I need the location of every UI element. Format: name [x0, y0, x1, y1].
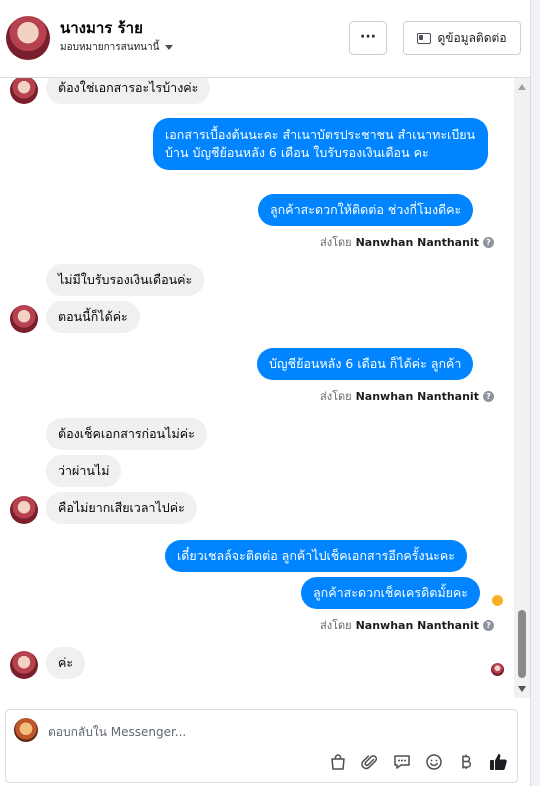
reaction-emoji-icon[interactable] — [491, 594, 504, 607]
sent-by-name: Nanwhan Nanthanit — [355, 618, 479, 632]
incoming-message: ค่ะ — [46, 647, 86, 679]
view-contact-label: ดูข้อมูลติดต่อ — [437, 30, 507, 45]
view-contact-button[interactable]: ดูข้อมูลติดต่อ — [403, 21, 521, 55]
sent-by-prefix: ส่งโดย — [320, 390, 352, 403]
assign-conversation-dropdown[interactable]: มอบหมายการสนทนานี้ — [60, 40, 174, 55]
help-icon[interactable]: ? — [482, 236, 494, 248]
saved-reply-icon[interactable] — [392, 752, 412, 772]
outgoing-message: บัญชีย้อนหลัง 6 เดือน ก็ได้ค่ะ ลูกค้า — [257, 348, 474, 380]
sent-by-label: ส่งโดย Nanwhan Nanthanit ? — [320, 233, 494, 251]
scroll-down-arrow-icon[interactable] — [518, 686, 526, 692]
outgoing-message: ลูกค้าสะดวกให้ติดต่อ ช่วงกี่โมงดีคะ — [258, 194, 474, 226]
more-options-button[interactable]: ··· — [349, 21, 387, 55]
incoming-message: ว่าผ่านไม่ — [46, 455, 122, 487]
sender-avatar — [10, 305, 38, 333]
sender-avatar — [10, 496, 38, 524]
incoming-message: คือไม่ยากเสียเวลาไปค่ะ — [46, 492, 197, 524]
sender-avatar — [10, 651, 38, 679]
emoji-icon[interactable] — [424, 752, 444, 772]
incoming-message: ต้องเช็คเอกสารก่อนไม่ค่ะ — [46, 418, 207, 450]
scroll-thumb[interactable] — [518, 610, 526, 678]
incoming-message: ตอนนี้ก็ได้ค่ะ — [46, 301, 140, 333]
message-scrollbar[interactable] — [514, 78, 530, 698]
sent-by-prefix: ส่งโดย — [320, 619, 352, 632]
caret-down-icon — [165, 45, 174, 50]
seen-receipt-avatar — [491, 663, 504, 676]
like-icon[interactable] — [488, 752, 508, 772]
contact-name[interactable]: นางมาร ร้าย — [60, 16, 143, 40]
baht-payment-icon[interactable] — [456, 752, 476, 772]
shopping-bag-icon[interactable] — [328, 752, 348, 772]
message-thread: ต้องใช่เอกสารอะไรบ้างค่ะ เอกสารเบื้องต้น… — [0, 78, 514, 693]
reply-composer — [5, 709, 518, 783]
scroll-up-arrow-icon[interactable] — [518, 84, 526, 90]
assign-label: มอบหมายการสนทนานี้ — [60, 42, 160, 53]
side-panel-edge — [530, 0, 540, 786]
sent-by-label: ส่งโดย Nanwhan Nanthanit ? — [320, 616, 494, 634]
contact-avatar[interactable] — [6, 16, 50, 60]
incoming-message: ต้องใช่เอกสารอะไรบ้างค่ะ — [46, 78, 211, 104]
sender-avatar — [10, 78, 38, 104]
help-icon[interactable]: ? — [482, 619, 494, 631]
incoming-message: ไม่มีใบรับรองเงินเดือนค่ะ — [46, 264, 205, 296]
help-icon[interactable]: ? — [482, 390, 494, 402]
sent-by-label: ส่งโดย Nanwhan Nanthanit ? — [320, 387, 494, 405]
outgoing-message: เดี๋ยวเชลล์จะติดต่อ ลูกค้าไปเช็คเอกสารอี… — [165, 540, 467, 572]
conversation-header: นางมาร ร้าย มอบหมายการสนทนานี้ ··· ดูข้อ… — [0, 0, 530, 78]
sent-by-name: Nanwhan Nanthanit — [355, 389, 479, 403]
sent-by-prefix: ส่งโดย — [320, 236, 352, 249]
outgoing-message: ลูกค้าสะดวกเช็คเครดิตมั้ยคะ — [301, 577, 480, 609]
sent-by-name: Nanwhan Nanthanit — [355, 235, 479, 249]
reply-input[interactable] — [48, 722, 488, 742]
outgoing-message: เอกสารเบื้องต้นนะคะ สำเนาบัตรประชาชน สำเ… — [153, 118, 488, 170]
contact-card-icon — [417, 32, 432, 44]
paperclip-icon[interactable] — [360, 752, 380, 772]
page-avatar — [14, 718, 38, 742]
